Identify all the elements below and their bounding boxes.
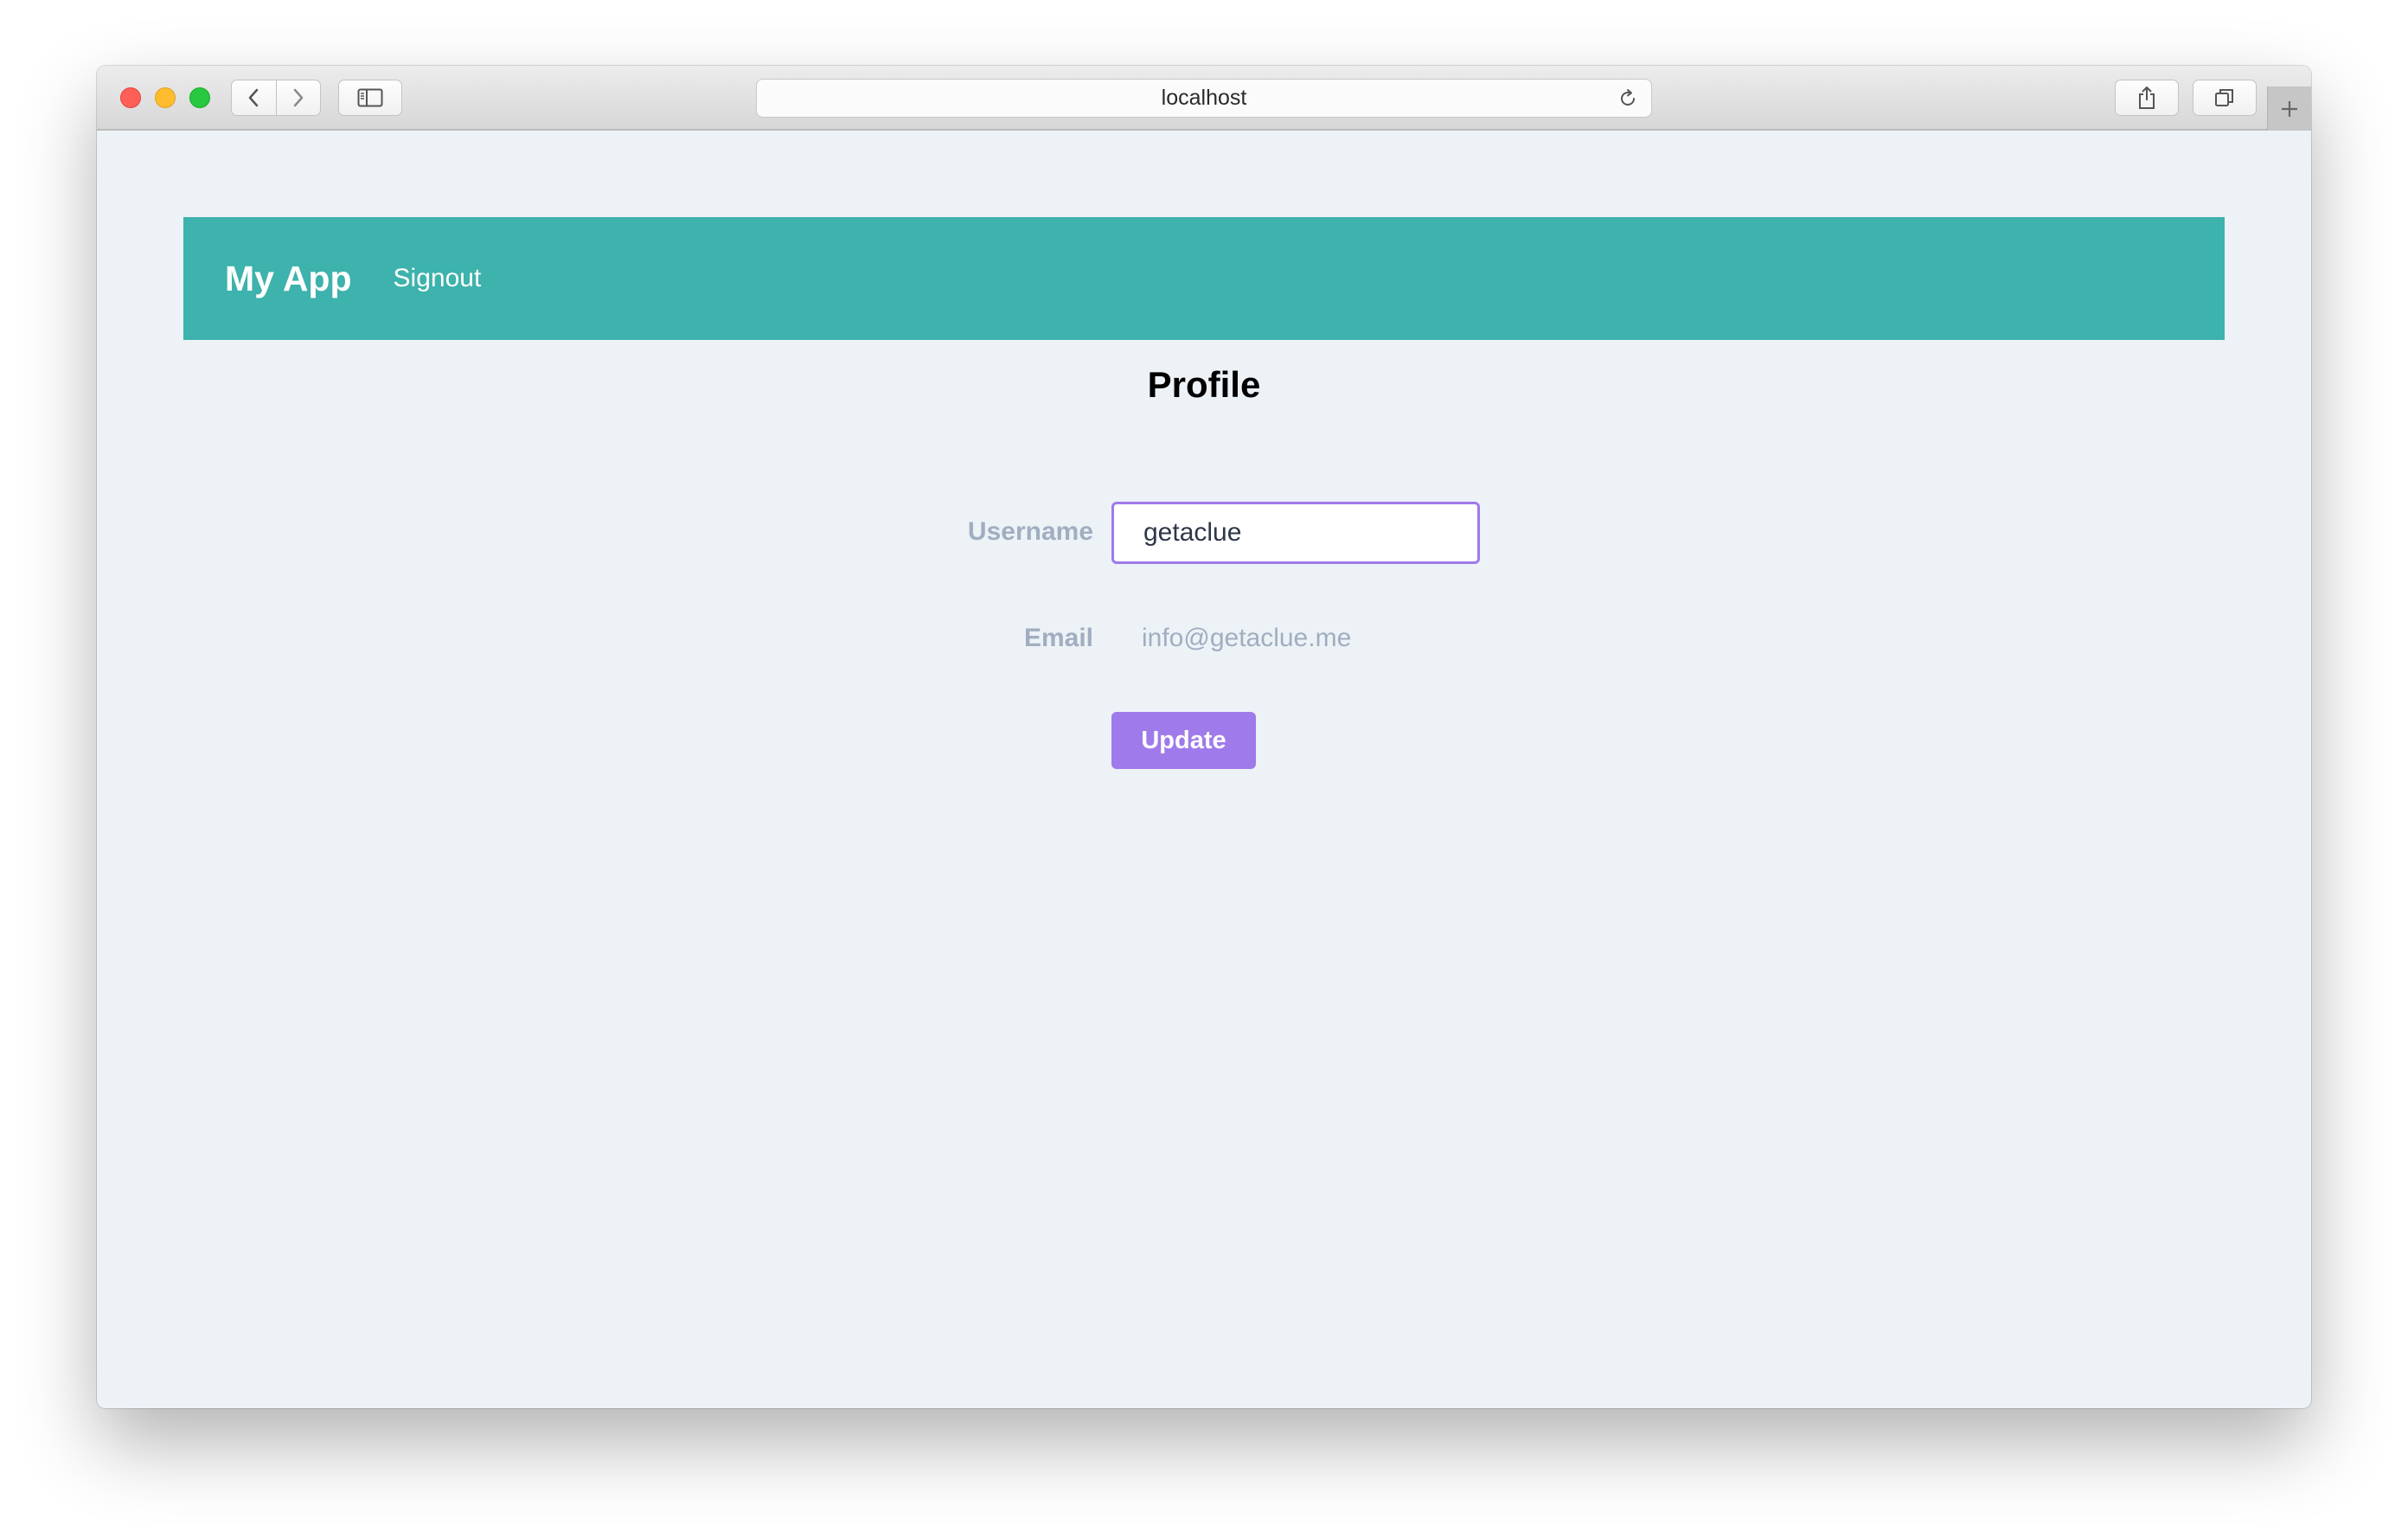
- share-icon: [2139, 87, 2155, 109]
- app-brand[interactable]: My App: [225, 259, 352, 299]
- username-input[interactable]: [1111, 502, 1480, 564]
- reload-icon: [1621, 89, 1635, 106]
- tabs-overview-button[interactable]: [2193, 80, 2257, 116]
- reload-button[interactable]: [1615, 86, 1641, 112]
- username-label: Username: [967, 517, 1093, 546]
- page-title: Profile: [1147, 364, 1261, 405]
- email-value: info@getaclue.me: [1142, 624, 1352, 652]
- forward-button[interactable]: [275, 80, 321, 115]
- update-button[interactable]: Update: [1111, 712, 1256, 769]
- plus-icon: [2282, 100, 2297, 117]
- browser-titlebar: localhost: [97, 66, 2311, 131]
- address-text: localhost: [1161, 86, 1247, 110]
- share-button[interactable]: [2115, 80, 2179, 116]
- close-window-button[interactable]: [120, 87, 141, 108]
- chevron-right-icon: [293, 88, 303, 107]
- maximize-window-button[interactable]: [189, 87, 210, 108]
- sidebar-icon: [357, 88, 383, 107]
- tabs-overview-icon: [2215, 89, 2233, 106]
- page-content: My App Signout Profile Username Email in…: [97, 131, 2311, 1408]
- signout-link[interactable]: Signout: [394, 264, 482, 293]
- email-label: Email: [1023, 624, 1093, 652]
- minimize-window-button[interactable]: [155, 87, 176, 108]
- new-tab-button[interactable]: [2267, 87, 2311, 131]
- app-header: My App Signout: [183, 217, 2225, 340]
- browser-window: localhost My App Signout Profile Usernam…: [97, 66, 2311, 1408]
- back-button[interactable]: [232, 80, 276, 115]
- sidebar-toggle-button[interactable]: [338, 80, 402, 116]
- history-nav-group: [231, 80, 321, 116]
- chevron-left-icon: [249, 88, 259, 107]
- address-bar[interactable]: localhost: [756, 79, 1652, 118]
